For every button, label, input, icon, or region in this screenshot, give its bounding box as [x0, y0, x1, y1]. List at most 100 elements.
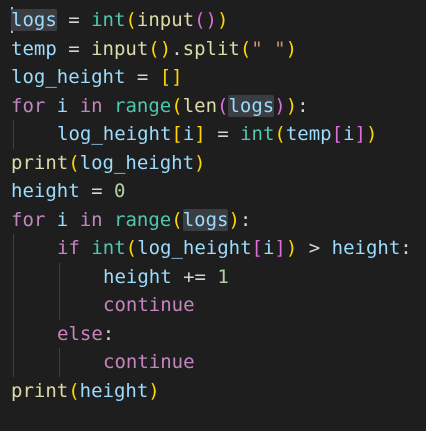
- code-token: log_height: [57, 123, 172, 145]
- indent-guide: [59, 262, 60, 291]
- code-token: ): [274, 94, 286, 117]
- code-token: []: [159, 66, 183, 88]
- code-token: =: [79, 180, 114, 202]
- code-token: (: [274, 123, 286, 145]
- indent-guide: [13, 120, 14, 149]
- code-token: range: [114, 94, 172, 117]
- code-token: i: [56, 94, 69, 117]
- code-token: input: [136, 9, 195, 31]
- code-token: in: [79, 94, 103, 117]
- code-token: i: [262, 237, 275, 259]
- code-token: ]: [274, 237, 286, 259]
- code-token: else: [57, 322, 103, 345]
- code-token: =: [205, 123, 241, 145]
- code-token: (: [68, 151, 80, 174]
- code-token: height: [11, 180, 80, 202]
- code-token: log_height: [11, 66, 126, 88]
- code-line[interactable]: continue: [103, 348, 195, 376]
- code-token: ]: [354, 123, 366, 145]
- code-token: len: [182, 94, 218, 117]
- code-token: +=: [171, 265, 218, 288]
- code-token: [: [331, 123, 344, 145]
- code-token: (: [217, 94, 229, 117]
- code-token: =: [56, 37, 92, 60]
- code-token: :: [102, 322, 115, 345]
- code-token: for: [11, 94, 46, 117]
- code-token: ): [216, 9, 229, 31]
- code-token: (): [148, 37, 172, 60]
- code-token: int: [91, 9, 126, 31]
- code-line[interactable]: height += 1: [103, 263, 229, 291]
- code-token: ): [285, 94, 298, 117]
- code-token: :: [239, 208, 252, 231]
- indent-guide: [13, 348, 14, 377]
- code-token: split: [182, 37, 240, 60]
- code-token: (: [239, 37, 252, 60]
- code-token: height: [331, 237, 401, 259]
- code-token: ): [194, 151, 206, 174]
- code-token: continue: [103, 351, 195, 373]
- code-token: logs: [11, 9, 57, 31]
- code-token: if: [57, 237, 80, 259]
- indent-guide: [13, 291, 14, 320]
- code-token: i: [343, 123, 355, 145]
- code-token: ): [365, 123, 378, 145]
- code-token: for: [11, 208, 46, 231]
- code-token: (: [125, 9, 137, 31]
- code-token: =: [56, 9, 92, 31]
- indent-guide: [13, 262, 14, 291]
- code-token: [: [171, 123, 183, 145]
- code-token: input: [91, 37, 149, 60]
- code-line[interactable]: continue: [103, 291, 195, 319]
- code-token: ): [285, 237, 298, 259]
- code-line[interactable]: print(log_height): [11, 149, 206, 177]
- code-token: int: [240, 123, 275, 145]
- indent-guide: [13, 234, 14, 263]
- code-token: ): [285, 37, 298, 60]
- code-line[interactable]: log_height = []: [11, 63, 183, 91]
- code-token: ): [148, 379, 160, 402]
- code-token: (: [171, 94, 183, 117]
- code-line[interactable]: for i in range(logs):: [11, 206, 251, 234]
- code-token: (: [68, 379, 80, 402]
- indent-guide: [59, 348, 60, 377]
- code-token: (): [194, 9, 217, 31]
- code-token: log_height: [137, 237, 252, 259]
- code-token: :: [400, 237, 412, 259]
- code-line[interactable]: else:: [57, 320, 114, 348]
- code-token: (: [125, 237, 138, 259]
- code-line[interactable]: print(height): [11, 377, 160, 405]
- indent-guide: [13, 319, 14, 348]
- code-token: continue: [103, 294, 195, 316]
- code-editor[interactable]: logs = int(input()) temp = input().split(…: [0, 0, 426, 431]
- code-line[interactable]: temp = input().split(" "): [11, 35, 297, 63]
- code-token: in: [79, 208, 103, 231]
- code-token: log_height: [79, 151, 195, 174]
- code-token: i: [56, 208, 69, 231]
- code-token: int: [91, 237, 126, 259]
- code-line[interactable]: log_height[i] = int(temp[i]): [57, 120, 377, 148]
- code-token: range: [114, 208, 172, 231]
- code-token: ]: [194, 123, 206, 145]
- code-token: :: [297, 94, 309, 117]
- code-token: logs: [228, 94, 275, 117]
- code-line[interactable]: logs = int(input()): [11, 6, 228, 34]
- code-line[interactable]: height = 0: [11, 177, 125, 205]
- code-line[interactable]: if int(log_height[i]) > height:: [57, 234, 412, 262]
- code-token: " ": [251, 37, 286, 60]
- code-token: .: [171, 37, 183, 60]
- code-token: (: [171, 208, 183, 231]
- code-token: logs: [182, 208, 229, 231]
- code-token: =: [125, 66, 160, 88]
- code-token: height: [79, 379, 149, 402]
- code-token: temp: [11, 37, 57, 60]
- code-token: 1: [217, 265, 229, 288]
- code-line[interactable]: for i in range(len(logs)):: [11, 92, 309, 120]
- code-token: [: [251, 237, 263, 259]
- code-token: i: [182, 123, 195, 145]
